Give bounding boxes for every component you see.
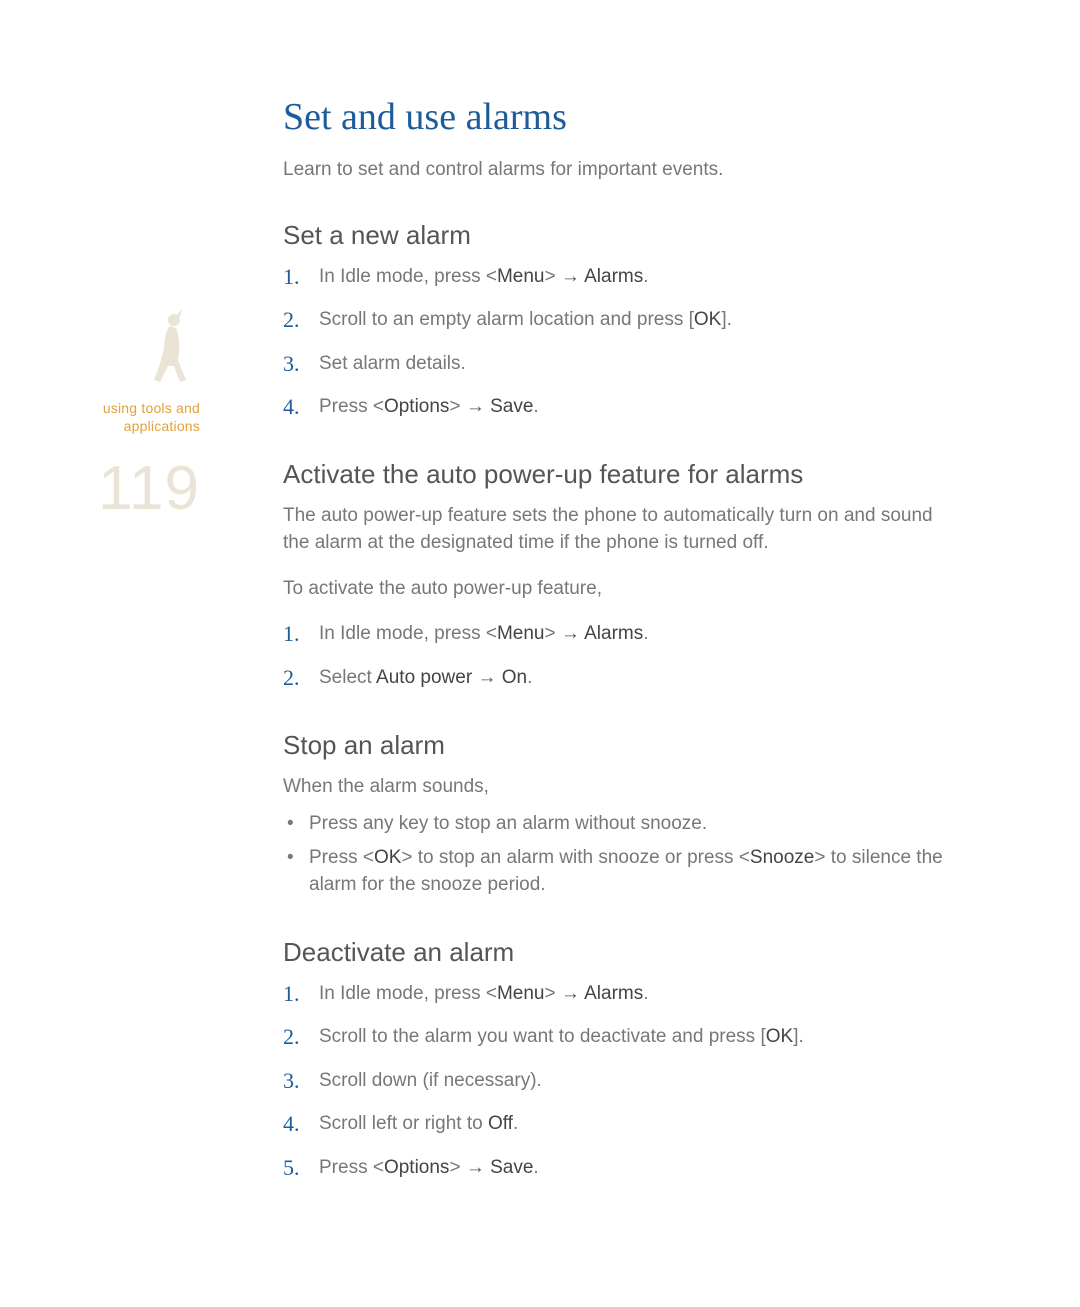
bullet-text: Press any key to stop an alarm without s… xyxy=(309,813,707,834)
list-item: 3. Scroll down (if necessary). xyxy=(283,1067,963,1095)
person-sitting-icon xyxy=(140,310,200,390)
step-number: 4. xyxy=(283,391,300,423)
step-text: Scroll down (if necessary). xyxy=(319,1070,542,1091)
section-set-new-alarm: Set a new alarm 1. In Idle mode, press <… xyxy=(283,220,963,421)
heading-auto-power-up: Activate the auto power-up feature for a… xyxy=(283,459,963,490)
heading-deactivate-alarm: Deactivate an alarm xyxy=(283,937,963,968)
bullets-stop-alarm: Press any key to stop an alarm without s… xyxy=(283,810,963,899)
list-item: 5. Press <Options> → Save. xyxy=(283,1154,963,1182)
step-text: In Idle mode, press <Menu> → Alarms. xyxy=(319,266,649,287)
step-number: 1. xyxy=(283,978,300,1010)
step-text: Press <Options> → Save. xyxy=(319,1157,539,1178)
list-item: 1. In Idle mode, press <Menu> → Alarms. xyxy=(283,980,963,1008)
step-text: Set alarm details. xyxy=(319,353,466,374)
list-item: Press any key to stop an alarm without s… xyxy=(283,810,963,838)
step-number: 1. xyxy=(283,618,300,650)
step-number: 4. xyxy=(283,1108,300,1140)
steps-deactivate-alarm: 1. In Idle mode, press <Menu> → Alarms. … xyxy=(283,980,963,1182)
step-text: In Idle mode, press <Menu> → Alarms. xyxy=(319,623,649,644)
step-number: 2. xyxy=(283,662,300,694)
auto-power-description: The auto power-up feature sets the phone… xyxy=(283,502,963,557)
page-number: 119 xyxy=(70,453,200,524)
list-item: 1. In Idle mode, press <Menu> → Alarms. xyxy=(283,620,963,648)
step-text: Scroll to an empty alarm location and pr… xyxy=(319,309,732,330)
steps-set-new-alarm: 1. In Idle mode, press <Menu> → Alarms. … xyxy=(283,263,963,421)
steps-auto-power-up: 1. In Idle mode, press <Menu> → Alarms. … xyxy=(283,620,963,691)
content-area: Set and use alarms Learn to set and cont… xyxy=(283,95,963,1219)
step-number: 2. xyxy=(283,1021,300,1053)
page-title: Set and use alarms xyxy=(283,95,963,139)
section-deactivate-alarm: Deactivate an alarm 1. In Idle mode, pre… xyxy=(283,937,963,1182)
list-item: 3. Set alarm details. xyxy=(283,350,963,378)
step-number: 3. xyxy=(283,348,300,380)
step-number: 1. xyxy=(283,261,300,293)
list-item: 2. Select Auto power → On. xyxy=(283,664,963,692)
list-item: 4. Press <Options> → Save. xyxy=(283,393,963,421)
list-item: 4. Scroll left or right to Off. xyxy=(283,1110,963,1138)
manual-page: using tools and applications 119 Set and… xyxy=(0,0,1080,1307)
list-item: 2. Scroll to the alarm you want to deact… xyxy=(283,1023,963,1051)
step-text: Scroll to the alarm you want to deactiva… xyxy=(319,1026,804,1047)
sidebar-label-line2: applications xyxy=(124,418,200,434)
bullet-text: Press <OK> to stop an alarm with snooze … xyxy=(309,847,943,896)
sidebar-section-label: using tools and applications xyxy=(70,400,200,435)
section-auto-power-up: Activate the auto power-up feature for a… xyxy=(283,459,963,692)
step-text: In Idle mode, press <Menu> → Alarms. xyxy=(319,983,649,1004)
list-item: Press <OK> to stop an alarm with snooze … xyxy=(283,844,963,899)
sidebar-label-line1: using tools and xyxy=(103,400,200,416)
list-item: 1. In Idle mode, press <Menu> → Alarms. xyxy=(283,263,963,291)
sidebar: using tools and applications 119 xyxy=(70,310,200,524)
list-item: 2. Scroll to an empty alarm location and… xyxy=(283,306,963,334)
intro-text: Learn to set and control alarms for impo… xyxy=(283,157,963,184)
auto-power-lead-in: To activate the auto power-up feature, xyxy=(283,575,963,603)
step-text: Select Auto power → On. xyxy=(319,667,532,688)
step-number: 5. xyxy=(283,1152,300,1184)
step-number: 3. xyxy=(283,1065,300,1097)
step-number: 2. xyxy=(283,304,300,336)
heading-stop-alarm: Stop an alarm xyxy=(283,730,963,761)
section-stop-alarm: Stop an alarm When the alarm sounds, Pre… xyxy=(283,730,963,899)
stop-alarm-lead-in: When the alarm sounds, xyxy=(283,773,963,801)
step-text: Scroll left or right to Off. xyxy=(319,1113,518,1134)
heading-set-new-alarm: Set a new alarm xyxy=(283,220,963,251)
step-text: Press <Options> → Save. xyxy=(319,396,539,417)
